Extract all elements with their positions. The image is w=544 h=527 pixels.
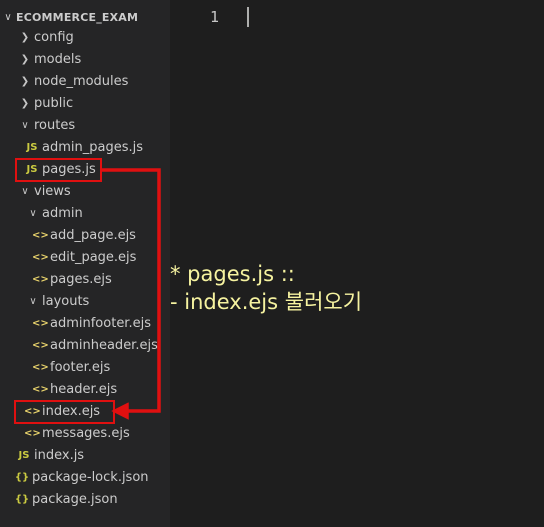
ejs-file-icon: <> (32, 339, 49, 351)
tree-item-label: node_modules (34, 73, 129, 89)
chevron-right-icon: ❯ (20, 97, 30, 109)
json-file-icon: {} (14, 471, 30, 483)
tree-item-footer-ejs[interactable]: <> footer.ejs (0, 356, 170, 378)
tree-item-label: add_page.ejs (50, 227, 136, 243)
index-ejs-highlight-box (14, 400, 115, 424)
annotation-line-1: * pages.js :: (170, 262, 295, 286)
tree-item-package-json[interactable]: {} package.json (0, 488, 170, 510)
tree-item-label: adminfooter.ejs (50, 315, 151, 331)
chevron-right-icon: ❯ (20, 53, 30, 65)
chevron-down-icon: ∨ (21, 185, 29, 197)
annotation-line-2: - index.ejs 불러오기 (170, 290, 363, 314)
project-title: ECOMMERCE_EXAM (16, 10, 139, 24)
tree-item-admin-pages-js[interactable]: JS admin_pages.js (0, 136, 170, 158)
tree-item-label: config (34, 29, 74, 45)
tree-item-label: pages.ejs (50, 271, 112, 287)
tree-item-add-page-ejs[interactable]: <> add_page.ejs (0, 224, 170, 246)
ejs-file-icon: <> (32, 317, 49, 329)
tree-item-layouts[interactable]: ∨ layouts (0, 290, 170, 312)
tree-item-label: edit_page.ejs (50, 249, 137, 265)
annotation-note: * pages.js :: - index.ejs 불러오기 (170, 260, 362, 316)
pages-js-highlight-box (15, 158, 102, 182)
tree-item-routes[interactable]: ∨ routes (0, 114, 170, 136)
tree-item-label: views (34, 183, 71, 199)
tree-item-config[interactable]: ❯ config (0, 26, 170, 48)
text-cursor (247, 7, 249, 27)
tree-item-label: header.ejs (50, 381, 118, 397)
tree-item-pages-ejs[interactable]: <> pages.ejs (0, 268, 170, 290)
ejs-file-icon: <> (32, 229, 49, 241)
tree-item-label: public (34, 95, 74, 111)
tree-item-adminheader-ejs[interactable]: <> adminheader.ejs (0, 334, 170, 356)
tree-item-public[interactable]: ❯ public (0, 92, 170, 114)
tree-item-header-ejs[interactable]: <> header.ejs (0, 378, 170, 400)
tree-item-edit-page-ejs[interactable]: <> edit_page.ejs (0, 246, 170, 268)
js-file-icon: JS (26, 141, 38, 153)
tree-item-label: admin_pages.js (42, 139, 143, 155)
js-file-icon: JS (18, 449, 30, 461)
ejs-file-icon: <> (32, 361, 49, 373)
tree-item-label: package.json (32, 491, 118, 507)
tree-item-label: index.js (34, 447, 85, 463)
tree-item-label: messages.ejs (42, 425, 130, 441)
tree-item-admin[interactable]: ∨ admin (0, 202, 170, 224)
chevron-right-icon: ❯ (20, 75, 30, 87)
chevron-down-icon: ∨ (29, 207, 37, 219)
tree-item-label: package-lock.json (32, 469, 149, 485)
json-file-icon: {} (14, 493, 30, 505)
chevron-down-icon: ∨ (4, 11, 12, 23)
tree-item-models[interactable]: ❯ models (0, 48, 170, 70)
tree-item-messages-ejs[interactable]: <> messages.ejs (0, 422, 170, 444)
chevron-down-icon: ∨ (21, 119, 29, 131)
tree-item-label: adminheader.ejs (50, 337, 158, 353)
tree-item-label: footer.ejs (50, 359, 111, 375)
tree-item-index-js[interactable]: JS index.js (0, 444, 170, 466)
chevron-down-icon: ∨ (29, 295, 37, 307)
ejs-file-icon: <> (24, 427, 41, 439)
ejs-file-icon: <> (32, 273, 49, 285)
ejs-file-icon: <> (32, 383, 49, 395)
tree-item-node-modules[interactable]: ❯ node_modules (0, 70, 170, 92)
tree-item-label: admin (42, 205, 83, 221)
tree-item-package-lock-json[interactable]: {} package-lock.json (0, 466, 170, 488)
tree-item-label: routes (34, 117, 76, 133)
tree-item-label: layouts (42, 293, 90, 309)
ejs-file-icon: <> (32, 251, 49, 263)
line-number: 1 (210, 8, 220, 26)
tree-item-views[interactable]: ∨ views (0, 180, 170, 202)
tree-item-label: models (34, 51, 82, 67)
explorer-section-header[interactable]: ∨ ECOMMERCE_EXAM (0, 6, 170, 28)
tree-item-adminfooter-ejs[interactable]: <> adminfooter.ejs (0, 312, 170, 334)
explorer-sidebar: ∨ ECOMMERCE_EXAM ❯ config ❯ models ❯ nod… (0, 0, 170, 527)
chevron-right-icon: ❯ (20, 31, 30, 43)
